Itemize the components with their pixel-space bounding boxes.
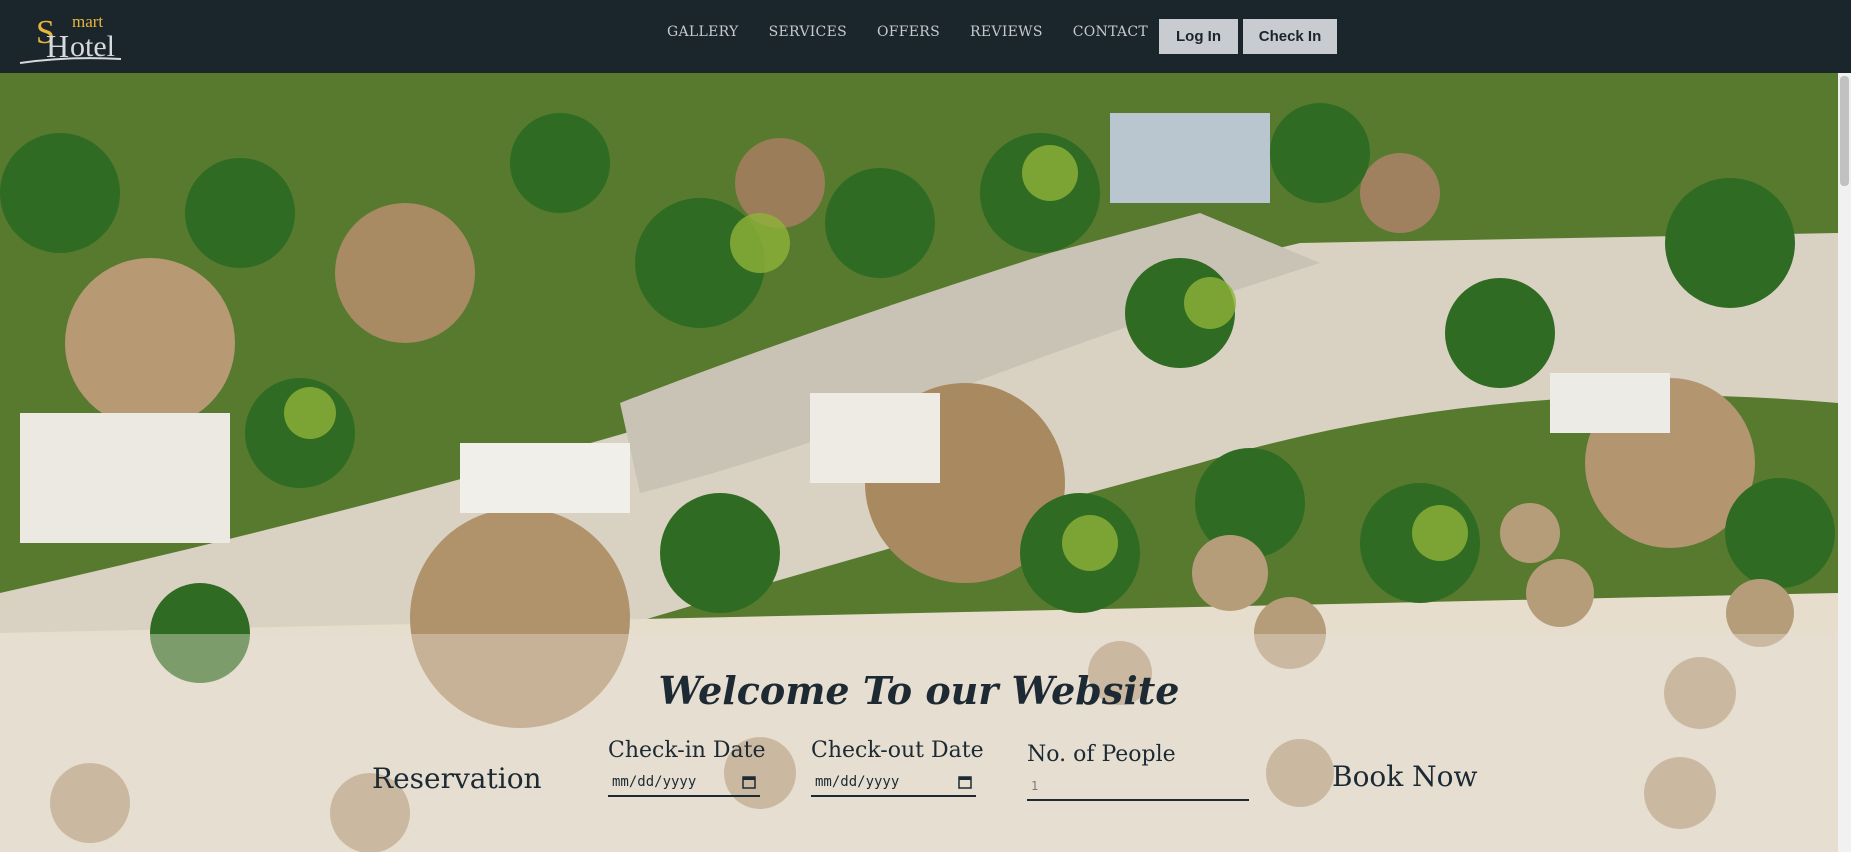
checkout-field: Check-out Date mm/dd/yyyy — [811, 738, 984, 797]
book-now-button[interactable]: Book Now — [1332, 760, 1477, 793]
nav-reviews[interactable]: REVIEWS — [970, 24, 1043, 48]
checkin-date-input[interactable]: mm/dd/yyyy — [608, 769, 760, 797]
main-nav: GALLERY SERVICES OFFERS REVIEWS CONTACT — [667, 24, 1148, 48]
top-navbar: S mart H otel GALLERY SERVICES OFFERS RE… — [0, 0, 1851, 73]
smart-hotel-logo[interactable]: S mart H otel — [18, 8, 128, 64]
login-button[interactable]: Log In — [1159, 19, 1238, 54]
people-placeholder: 1 — [1031, 779, 1039, 793]
page-scrollbar[interactable] — [1838, 73, 1851, 852]
people-input[interactable]: 1 — [1027, 773, 1249, 801]
checkin-button[interactable]: Check In — [1243, 19, 1337, 54]
calendar-icon[interactable] — [958, 775, 972, 789]
checkout-date-value: mm/dd/yyyy — [815, 774, 900, 790]
scrollbar-thumb[interactable] — [1840, 76, 1849, 186]
nav-services[interactable]: SERVICES — [769, 24, 847, 48]
checkin-label: Check-in Date — [608, 738, 766, 763]
welcome-heading: Welcome To our Website — [658, 668, 1180, 713]
checkout-date-input[interactable]: mm/dd/yyyy — [811, 769, 976, 797]
nav-offers[interactable]: OFFERS — [877, 24, 940, 48]
checkin-field: Check-in Date mm/dd/yyyy — [608, 738, 766, 797]
nav-contact[interactable]: CONTACT — [1073, 24, 1148, 48]
calendar-icon[interactable] — [742, 775, 756, 789]
logo-swoosh-icon — [19, 57, 122, 64]
people-label: No. of People — [1027, 742, 1176, 767]
checkin-date-value: mm/dd/yyyy — [612, 774, 697, 790]
reservation-title: Reservation — [372, 762, 542, 795]
logo-mart-text: mart — [72, 12, 104, 31]
checkout-label: Check-out Date — [811, 738, 984, 763]
people-field: No. of People 1 — [1027, 742, 1249, 801]
nav-gallery[interactable]: GALLERY — [667, 24, 739, 48]
